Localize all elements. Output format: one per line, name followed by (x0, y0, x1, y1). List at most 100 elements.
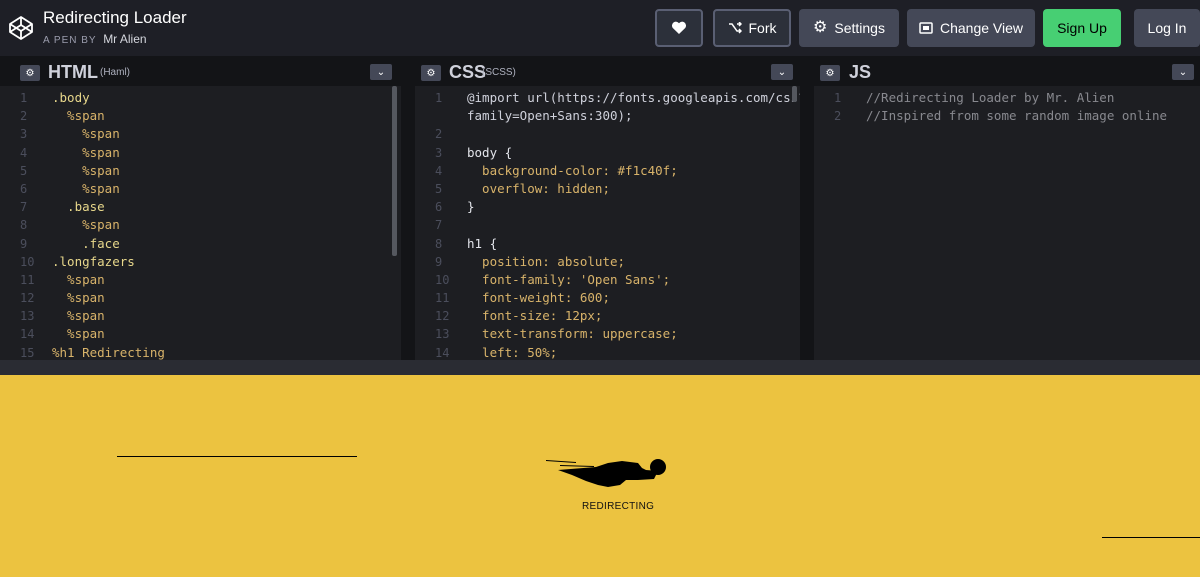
line-number: 7 (20, 200, 28, 215)
code-text: background-color: #f1c40f; (467, 162, 678, 178)
css-editor-pane: ⚙ CSS (SCSS) ⌄ 1 @import url(https://font… (415, 56, 800, 360)
code-line[interactable]: 6 %span (0, 180, 401, 198)
log-in-button[interactable]: Log In (1134, 9, 1200, 47)
code-line[interactable]: 5 overflow: hidden; (415, 180, 800, 198)
code-text: body { (467, 144, 513, 160)
code-text: %span (52, 126, 120, 142)
flying-figure-icon (546, 459, 666, 487)
code-line[interactable]: 2 %span (0, 107, 401, 125)
code-text: %span (52, 271, 105, 287)
css-scrollbar[interactable] (792, 86, 797, 102)
css-settings-icon[interactable]: ⚙ (421, 65, 441, 81)
code-text: @import url(https://fonts.googleapis.com… (467, 90, 800, 105)
code-text: %span (52, 290, 105, 306)
html-settings-icon[interactable]: ⚙ (20, 65, 40, 81)
codepen-logo-icon[interactable] (7, 14, 35, 42)
line-number: 10 (435, 272, 450, 287)
settings-button[interactable]: ⚙ Settings (799, 9, 899, 47)
line-number: 6 (20, 181, 28, 196)
code-text: left: 50%; (467, 344, 558, 360)
line-number: 8 (20, 218, 28, 233)
code-line[interactable]: 10 font-family: 'Open Sans'; (415, 271, 800, 289)
html-collapse-chevron-icon[interactable]: ⌄ (370, 64, 392, 80)
code-text: //Redirecting Loader by Mr. Alien (866, 90, 1115, 105)
line-number: 12 (20, 291, 35, 306)
code-line[interactable]: 8 h1 { (415, 235, 800, 253)
line-number: 14 (435, 345, 450, 360)
redirecting-heading: REDIRECTING (582, 501, 655, 512)
love-button[interactable] (655, 9, 703, 47)
sign-up-button[interactable]: Sign Up (1043, 9, 1121, 47)
js-pane-title: JS (849, 62, 872, 82)
line-number: 13 (20, 309, 35, 324)
code-text: font-size: 12px; (467, 308, 603, 324)
css-code[interactable]: 1 @import url(https://fonts.googleapis.co… (415, 89, 800, 360)
preview-frame: REDIRECTING (0, 360, 1200, 577)
code-line[interactable]: 11 %span (0, 271, 401, 289)
line-number: 7 (435, 218, 443, 233)
code-text: font-weight: 600; (467, 290, 610, 306)
code-line[interactable]: 15 %h1 Redirecting (0, 344, 401, 360)
code-line[interactable]: 1 //Redirecting Loader by Mr. Alien (814, 89, 1200, 107)
code-text: %span (52, 162, 120, 178)
code-line[interactable]: 9 position: absolute; (415, 253, 800, 271)
code-line[interactable]: 13 %span (0, 307, 401, 325)
code-line[interactable]: 2 (415, 125, 800, 143)
code-line[interactable]: 1 @import url(https://fonts.googleapis.co… (415, 89, 800, 107)
line-number: 14 (20, 327, 35, 342)
pane-divider[interactable] (800, 56, 814, 360)
code-line[interactable]: 8 %span (0, 216, 401, 234)
js-collapse-chevron-icon[interactable]: ⌄ (1172, 64, 1194, 80)
js-settings-icon[interactable]: ⚙ (820, 65, 840, 81)
line-number: 11 (435, 291, 450, 306)
code-line[interactable]: 6} (415, 198, 800, 216)
code-text: %span (52, 217, 120, 233)
js-code[interactable]: 1 //Redirecting Loader by Mr. Alien 2 //Ins… (814, 89, 1200, 125)
html-code[interactable]: 1 .body 2 %span 3 %span 4 %span 5 %span 6 %spa… (0, 89, 401, 360)
code-text: .body (52, 90, 90, 105)
code-line[interactable]: 7 (415, 216, 800, 234)
code-text: h1 { (467, 235, 498, 251)
line-number: 10 (20, 254, 35, 269)
code-line[interactable]: 4 background-color: #f1c40f; (415, 162, 800, 180)
code-line[interactable]: 7 .base (0, 198, 401, 216)
code-line[interactable]: 1 .body (0, 89, 401, 107)
code-line[interactable]: family=Open+Sans:300); (415, 107, 800, 125)
code-line[interactable]: 5 %span (0, 162, 401, 180)
line-number: 3 (435, 145, 443, 160)
code-text: overflow: hidden; (467, 180, 610, 196)
code-line[interactable]: 3 body { (415, 144, 800, 162)
code-line[interactable]: 9 .face (0, 235, 401, 253)
code-line[interactable]: 11 font-weight: 600; (415, 289, 800, 307)
code-text: .face (52, 235, 120, 251)
code-line[interactable]: 2 //Inspired from some random image onlin… (814, 107, 1200, 125)
byline-prefix: A PEN BY (43, 35, 97, 46)
preview-canvas: REDIRECTING (0, 375, 1200, 577)
code-text: font-family: 'Open Sans'; (467, 271, 671, 287)
code-line[interactable]: 14 left: 50%; (415, 344, 800, 360)
code-text: position: absolute; (467, 253, 626, 269)
code-line[interactable]: 10 .longfazers (0, 253, 401, 271)
author-link[interactable]: Mr Alien (103, 32, 146, 46)
line-number: 4 (435, 163, 443, 178)
change-view-button[interactable]: Change View (907, 9, 1035, 47)
code-line[interactable]: 4 %span (0, 144, 401, 162)
speed-line (1102, 537, 1200, 538)
code-line[interactable]: 13 text-transform: uppercase; (415, 325, 800, 343)
code-line[interactable]: 3 %span (0, 125, 401, 143)
line-number: 9 (435, 254, 443, 269)
line-number: 1 (435, 91, 443, 105)
layout-icon (919, 22, 933, 34)
css-collapse-chevron-icon[interactable]: ⌄ (771, 64, 793, 80)
code-text: //Inspired from some random image online (866, 108, 1168, 124)
code-line[interactable]: 12 %span (0, 289, 401, 307)
line-number: 13 (435, 327, 450, 342)
fork-button[interactable]: Fork (713, 9, 791, 47)
html-editor-pane: ⚙ HTML (Haml) ⌄ 1 .body 2 %span 3 %span 4 %s… (0, 56, 401, 360)
code-line[interactable]: 14 %span (0, 325, 401, 343)
code-line[interactable]: 12 font-size: 12px; (415, 307, 800, 325)
pen-title[interactable]: Redirecting Loader (43, 8, 187, 28)
pane-divider[interactable] (401, 56, 415, 360)
html-scrollbar[interactable] (392, 86, 397, 256)
line-number: 4 (20, 145, 28, 160)
